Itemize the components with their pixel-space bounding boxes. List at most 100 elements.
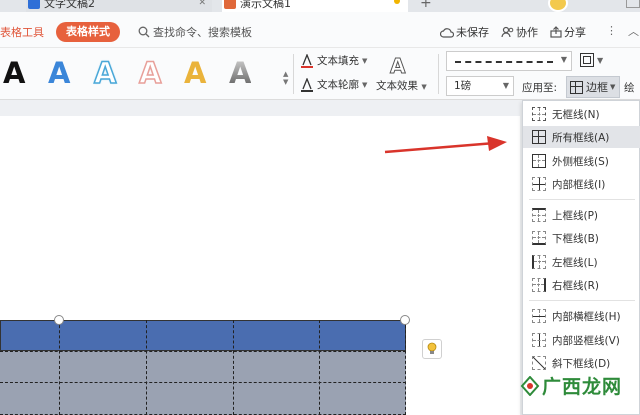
divider xyxy=(438,54,439,94)
border-dropdown-menu: 无框线(N) 所有框线(A) 外侧框线(S) 内部框线(I) 上框线(P) 下框… xyxy=(522,100,640,415)
chevron-down-icon[interactable]: ▼ xyxy=(597,56,603,65)
menu-item-label: 内部竖框线(V) xyxy=(552,334,620,347)
arrow-annotation-icon xyxy=(384,136,507,154)
new-tab-icon[interactable]: + xyxy=(420,0,432,11)
menu-item-label: 内部框线(I) xyxy=(552,178,606,191)
outside-borders-icon xyxy=(532,154,546,168)
gallery-more-icon[interactable]: ▲ ▼ xyxy=(283,70,288,86)
tab-presentation[interactable]: 演示文稿1 xyxy=(222,0,408,12)
wordart-style-outline-pink[interactable]: A xyxy=(138,55,162,91)
tab-bar: 文字文稿2 ✕ 演示文稿1 + xyxy=(0,0,640,12)
menu-item-bottom-border[interactable]: 下框线(B) xyxy=(523,227,640,249)
border-color-icon[interactable] xyxy=(580,53,594,67)
menu-item-all-borders[interactable]: 所有框线(A) xyxy=(523,126,640,148)
command-search[interactable]: 查找命令、搜索模板 xyxy=(138,24,252,40)
wordart-style-blue[interactable]: A xyxy=(48,56,70,90)
menu-item-top-border[interactable]: 上框线(P) xyxy=(523,204,640,226)
border-dropdown-button[interactable]: 边框 ▼ xyxy=(566,76,620,98)
watermark-logo-icon xyxy=(520,375,540,396)
table-col-line xyxy=(146,320,147,415)
text-outline-button[interactable]: 文本轮廓 ▼ xyxy=(300,77,367,92)
collapse-ribbon-icon[interactable]: ︿ xyxy=(628,23,639,39)
line-style-select[interactable]: ▼ xyxy=(446,51,572,71)
unsaved-button[interactable]: 未保存 xyxy=(440,24,489,40)
unsaved-dot-icon xyxy=(394,0,400,4)
resize-handle[interactable] xyxy=(400,315,410,325)
table-style-tab[interactable]: 表格样式 xyxy=(56,22,120,42)
menu-item-inside-vertical[interactable]: 内部竖框线(V) xyxy=(523,329,640,351)
search-icon xyxy=(138,26,150,38)
menu-item-left-border[interactable]: 左框线(L) xyxy=(523,251,640,273)
close-icon[interactable]: ✕ xyxy=(198,0,206,8)
share-button[interactable]: 分享 xyxy=(550,24,586,40)
smart-tip-button[interactable] xyxy=(422,339,442,359)
more-icon[interactable]: ⋮ xyxy=(606,24,617,37)
menu-item-label: 上框线(P) xyxy=(552,209,599,222)
table-body[interactable] xyxy=(0,351,406,415)
watermark: 广西龙网 xyxy=(520,372,622,399)
border-dropdown-label: 边框 xyxy=(586,81,608,94)
menu-item-inside-borders[interactable]: 内部框线(I) xyxy=(523,173,640,195)
text-fill-button[interactable]: 文本填充 ▼ xyxy=(300,53,367,68)
table-col-line xyxy=(319,320,320,415)
menu-item-no-border[interactable]: 无框线(N) xyxy=(523,103,640,125)
menu-item-inside-horizontal[interactable]: 内部横框线(H) xyxy=(523,305,640,327)
divider xyxy=(293,54,294,94)
top-border-icon xyxy=(532,208,546,222)
presentation-doc-icon xyxy=(224,0,236,9)
tab-document-label: 文字文稿2 xyxy=(44,0,95,10)
share-label: 分享 xyxy=(564,26,586,39)
bottom-border-icon xyxy=(532,231,546,245)
wordart-style-gold[interactable]: A xyxy=(184,56,206,90)
menu-item-label: 内部横框线(H) xyxy=(552,310,621,323)
wordart-style-black[interactable]: A xyxy=(3,56,25,90)
inside-horizontal-border-icon xyxy=(532,309,546,323)
text-effect-icon[interactable]: A xyxy=(389,54,406,79)
table-row-line xyxy=(0,351,406,352)
wordart-style-outline-blue[interactable]: A xyxy=(93,55,117,91)
avatar[interactable] xyxy=(548,0,568,12)
menu-item-label: 右框线(R) xyxy=(552,279,599,292)
header-actions: 未保存 协作 分享 xyxy=(440,24,586,40)
menu-item-label: 无框线(N) xyxy=(552,108,600,121)
text-outline-icon xyxy=(301,77,313,92)
inside-borders-icon xyxy=(532,177,546,191)
chevron-down-icon: ▼ xyxy=(560,55,567,64)
collab-icon xyxy=(501,26,514,38)
menu-item-right-border[interactable]: 右框线(R) xyxy=(523,274,640,296)
window-mode-icon[interactable] xyxy=(626,0,640,8)
chevron-down-icon: ▼ xyxy=(362,80,368,89)
line-weight-select[interactable]: 1磅 ▼ xyxy=(446,76,514,96)
cloud-icon xyxy=(440,27,454,38)
collab-button[interactable]: 协作 xyxy=(501,24,538,40)
wordart-style-gradient[interactable]: A xyxy=(229,56,251,90)
table-tools-tab[interactable]: 表格工具 xyxy=(0,24,44,40)
chevron-down-icon: ▼ xyxy=(502,81,509,90)
table-col-line xyxy=(233,320,234,415)
ribbon: A A A A A A ▲ ▼ 文本填充 ▼ 文本轮廓 ▼ A 文本效果 ▼ ▼ … xyxy=(0,48,640,100)
table-row-line xyxy=(0,382,406,383)
menu-item-outside-borders[interactable]: 外侧框线(S) xyxy=(523,150,640,172)
lightbulb-icon xyxy=(427,342,437,354)
apply-to-label: 应用至: xyxy=(522,82,558,94)
slide-table[interactable] xyxy=(0,320,406,415)
menu-item-diagonal-down[interactable]: 斜下框线(D) xyxy=(523,352,640,374)
resize-handle[interactable] xyxy=(54,315,64,325)
tab-document[interactable]: 文字文稿2 ✕ xyxy=(26,0,212,12)
no-border-icon xyxy=(532,107,546,121)
slide[interactable] xyxy=(0,116,520,415)
chevron-down-icon: ▼ xyxy=(610,83,616,91)
window-controls xyxy=(626,0,640,8)
text-fill-icon xyxy=(301,53,313,68)
table-header-row[interactable] xyxy=(0,320,406,351)
share-icon xyxy=(550,26,562,38)
table-col-line xyxy=(405,320,406,415)
menu-item-label: 所有框线(A) xyxy=(552,131,610,144)
chevron-down-icon: ▼ xyxy=(362,56,368,65)
watermark-text: 广西龙网 xyxy=(542,376,623,398)
menu-item-label: 斜下框线(D) xyxy=(552,357,611,370)
unsaved-label: 未保存 xyxy=(456,26,489,39)
text-effect-label: 文本效果 xyxy=(376,80,418,92)
text-effect-button[interactable]: 文本效果 ▼ xyxy=(376,78,427,93)
draw-border-button[interactable]: 绘 xyxy=(624,80,635,95)
